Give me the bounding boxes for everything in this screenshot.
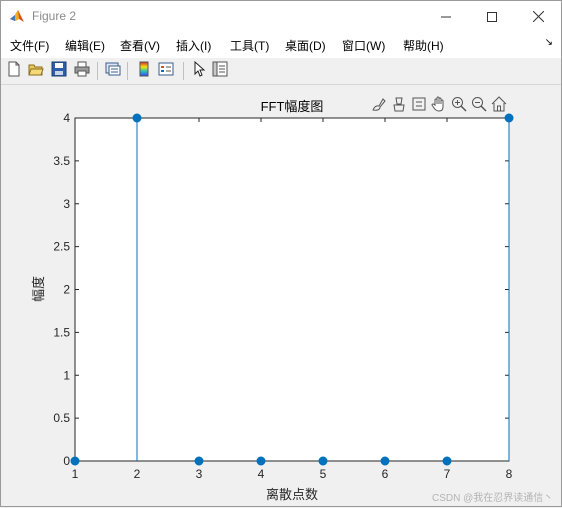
restore-view-button[interactable] — [490, 96, 508, 116]
edit-plot-cursor-icon — [191, 60, 207, 81]
toolbar-separator — [183, 62, 184, 80]
matlab-logo-icon — [9, 8, 25, 24]
menu-help[interactable]: 帮助(H) — [403, 37, 444, 54]
zoom-out-icon — [471, 96, 487, 116]
link-data-button[interactable] — [410, 97, 428, 115]
brush-icon — [371, 96, 387, 116]
menu-bar: 文件(F) 编辑(E) 查看(V) 插入(I) 工具(T) 桌面(D) 窗口(W… — [1, 32, 561, 58]
minimize-button[interactable] — [423, 1, 469, 32]
link-plot-icon — [105, 61, 121, 81]
menu-insert[interactable]: 插入(I) — [176, 37, 211, 54]
property-inspector-icon — [212, 61, 228, 81]
brush-button[interactable] — [370, 97, 388, 115]
new-figure-icon — [6, 61, 22, 81]
data-tips-button[interactable] — [390, 97, 408, 115]
insert-legend-button[interactable] — [156, 61, 176, 81]
legend-icon — [158, 61, 174, 81]
print-button[interactable] — [72, 61, 92, 81]
toolbar-separator — [127, 62, 128, 80]
edit-plot-button[interactable] — [189, 60, 209, 81]
window-title: Figure 2 — [32, 9, 77, 23]
insert-colorbar-button[interactable] — [134, 61, 154, 81]
close-icon — [532, 7, 544, 26]
menu-tools[interactable]: 工具(T) — [230, 37, 269, 54]
menu-desktop[interactable]: 桌面(D) — [285, 37, 326, 54]
menu-window[interactable]: 窗口(W) — [342, 37, 385, 54]
menu-overflow-icon[interactable]: ↘ — [545, 37, 553, 48]
figure-canvas[interactable] — [1, 85, 561, 506]
save-button[interactable] — [49, 61, 69, 81]
menu-view[interactable]: 查看(V) — [120, 37, 160, 54]
close-button[interactable] — [515, 1, 561, 32]
pan-button[interactable] — [430, 96, 448, 116]
minimize-icon — [441, 7, 451, 26]
figure-toolbar — [1, 58, 561, 85]
link-plot-button[interactable] — [103, 61, 123, 81]
toolbar-separator — [97, 62, 98, 80]
menu-edit[interactable]: 编辑(E) — [65, 37, 105, 54]
print-icon — [74, 61, 90, 81]
title-bar[interactable]: Figure 2 — [1, 1, 561, 32]
open-file-button[interactable] — [26, 61, 46, 81]
menu-file[interactable]: 文件(F) — [10, 37, 49, 54]
figure-window: Figure 2 文件(F) 编辑(E) 查看(V) 插入(I) 工具(T) 桌… — [0, 0, 562, 507]
maximize-icon — [487, 7, 497, 26]
pan-hand-icon — [431, 96, 447, 116]
colorbar-icon — [136, 61, 152, 81]
zoom-out-button[interactable] — [470, 97, 488, 115]
link-data-icon — [411, 96, 427, 116]
zoom-in-button[interactable] — [450, 97, 468, 115]
csdn-watermark: CSDN @我在忍界读通信丶 — [432, 493, 554, 504]
open-file-icon — [28, 61, 44, 81]
home-restore-icon — [491, 96, 507, 116]
data-tips-icon — [391, 96, 407, 116]
zoom-in-icon — [451, 96, 467, 116]
maximize-button[interactable] — [469, 1, 515, 32]
save-icon — [51, 61, 67, 81]
new-figure-button[interactable] — [4, 61, 24, 81]
property-inspector-button[interactable] — [210, 61, 230, 81]
